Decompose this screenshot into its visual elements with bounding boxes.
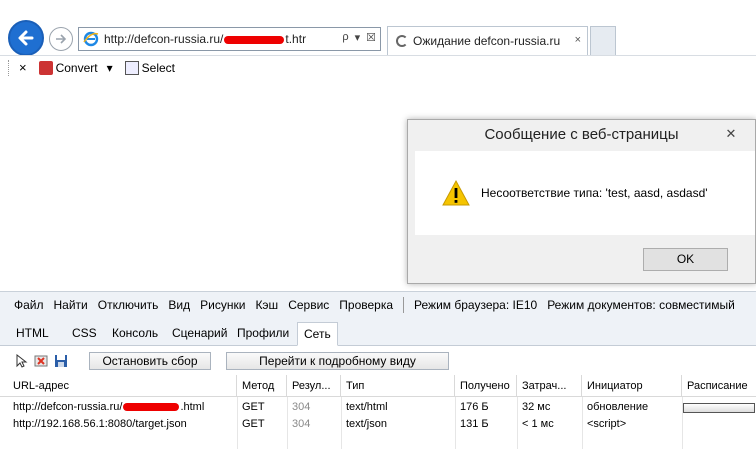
dialog-close-button[interactable]: ✕ (717, 124, 745, 144)
menu-disable[interactable]: Отключить (98, 298, 159, 312)
row-received: 131 Б (460, 418, 489, 430)
menu-tools[interactable]: Сервис (288, 298, 329, 312)
stop-capture-button[interactable]: Остановить сбор (89, 352, 211, 370)
new-tab-button[interactable] (590, 26, 616, 55)
address-bar[interactable]: http://defcon-russia.ru/t.htr ρ ▾ ☒ (78, 27, 381, 51)
url-text: http://defcon-russia.ru/t.htr (104, 32, 307, 46)
column-type[interactable]: Тип (341, 375, 455, 397)
ok-button[interactable]: OK (643, 248, 728, 271)
menu-find[interactable]: Найти (54, 298, 88, 312)
detailed-view-button[interactable]: Перейти к подробному виду (226, 352, 449, 370)
loading-spinner-icon (396, 35, 408, 47)
row-time: < 1 мс (522, 418, 554, 430)
row-time: 32 мс (522, 401, 551, 413)
close-toolbar-icon[interactable]: × (19, 60, 27, 75)
dialog-message: Несоответствие типа: 'test, aasd, asdasd… (481, 186, 708, 200)
convert-button[interactable]: Convert ▾ (38, 60, 113, 75)
row-initiator: обновление (587, 401, 649, 413)
row-url: http://defcon-russia.ru/.html (13, 401, 205, 413)
document-mode-menu[interactable]: Режим документов: совместимый (547, 298, 735, 312)
dropdown-icon[interactable]: ▾ (355, 31, 361, 44)
search-icon[interactable]: ρ (342, 31, 348, 44)
back-arrow-icon (18, 30, 34, 46)
network-toolbar: Остановить сбор Перейти к подробному вид… (0, 347, 756, 375)
toolbar-grip (8, 59, 11, 76)
tab-close-icon[interactable]: × (575, 34, 581, 46)
dialog-title: Сообщение с веб-страницы (484, 126, 679, 143)
row-type: text/json (346, 418, 387, 430)
convert-label: Convert (55, 60, 98, 75)
devtools-menu: Файл Найти Отключить Вид Рисунки Кэш Сер… (0, 292, 756, 318)
column-result[interactable]: Резул... (287, 375, 341, 397)
row-method: GET (242, 418, 265, 430)
stop-icon[interactable]: ☒ (366, 31, 376, 44)
alert-dialog: Сообщение с веб-страницы ✕ Несоответстви… (407, 119, 756, 284)
row-result: 304 (292, 418, 311, 430)
column-timeline[interactable]: Расписание (682, 375, 756, 397)
menu-view[interactable]: Вид (168, 298, 190, 312)
tab-loading[interactable]: Ожидание defcon-russia.ru × (387, 26, 588, 55)
menu-cache[interactable]: Кэш (255, 298, 278, 312)
cursor-select-icon[interactable] (14, 354, 28, 368)
row-url: http://192.168.56.1:8080/target.json (13, 418, 187, 430)
column-received[interactable]: Получено (455, 375, 517, 397)
column-time[interactable]: Затрач... (517, 375, 582, 397)
tab-script[interactable]: Сценарий (166, 322, 233, 346)
grid-header: URL-адрес Метод Резул... Тип Получено За… (0, 375, 756, 397)
row-received: 176 Б (460, 401, 489, 413)
pdf-convert-icon (38, 60, 53, 75)
menu-images[interactable]: Рисунки (200, 298, 245, 312)
column-url[interactable]: URL-адрес (8, 375, 237, 397)
row-result: 304 (292, 401, 311, 413)
redaction-mark (123, 403, 180, 412)
row-type: text/html (346, 401, 388, 413)
tab-title: Ожидание defcon-russia.ru (413, 34, 561, 48)
menu-validate[interactable]: Проверка (339, 298, 393, 312)
redaction-mark (224, 35, 285, 44)
command-bar: × Convert ▾ Select (0, 55, 756, 79)
select-button[interactable]: Select (124, 60, 176, 75)
table-row[interactable]: http://192.168.56.1:8080/target.json GET… (0, 416, 756, 433)
ie-logo-icon (83, 31, 99, 47)
browser-mode-menu[interactable]: Режим браузера: IE10 (414, 298, 537, 312)
chevron-down-icon[interactable]: ▾ (107, 61, 113, 75)
menu-separator (403, 297, 405, 313)
forward-arrow-icon (56, 34, 67, 44)
browser-chrome: http://defcon-russia.ru/t.htr ρ ▾ ☒ Ожид… (0, 0, 756, 80)
dialog-body: Несоответствие типа: 'test, aasd, asdasd… (415, 151, 755, 235)
tab-profiler[interactable]: Профили (231, 322, 295, 346)
warning-icon (442, 179, 470, 206)
tab-network[interactable]: Сеть (297, 322, 338, 346)
forward-button[interactable] (49, 27, 73, 51)
table-row[interactable]: http://defcon-russia.ru/.html GET 304 te… (0, 399, 756, 416)
network-grid: URL-адрес Метод Резул... Тип Получено За… (0, 375, 756, 449)
column-method[interactable]: Метод (237, 375, 287, 397)
tab-css[interactable]: CSS (66, 322, 103, 346)
row-initiator: <script> (587, 418, 627, 430)
back-button[interactable] (8, 20, 44, 56)
save-icon[interactable] (54, 354, 68, 368)
timeline-bar (683, 403, 755, 413)
column-initiator[interactable]: Инициатор (582, 375, 682, 397)
developer-tools: Файл Найти Отключить Вид Рисунки Кэш Сер… (0, 291, 756, 449)
tab-html[interactable]: HTML (10, 322, 55, 346)
tab-console[interactable]: Консоль (106, 322, 164, 346)
row-method: GET (242, 401, 265, 413)
menu-file[interactable]: Файл (14, 298, 44, 312)
devtools-tabs: HTML CSS Консоль Сценарий Профили Сеть (0, 318, 756, 346)
clear-entries-icon[interactable] (34, 354, 48, 368)
select-label: Select (141, 60, 176, 75)
select-icon (124, 60, 139, 75)
